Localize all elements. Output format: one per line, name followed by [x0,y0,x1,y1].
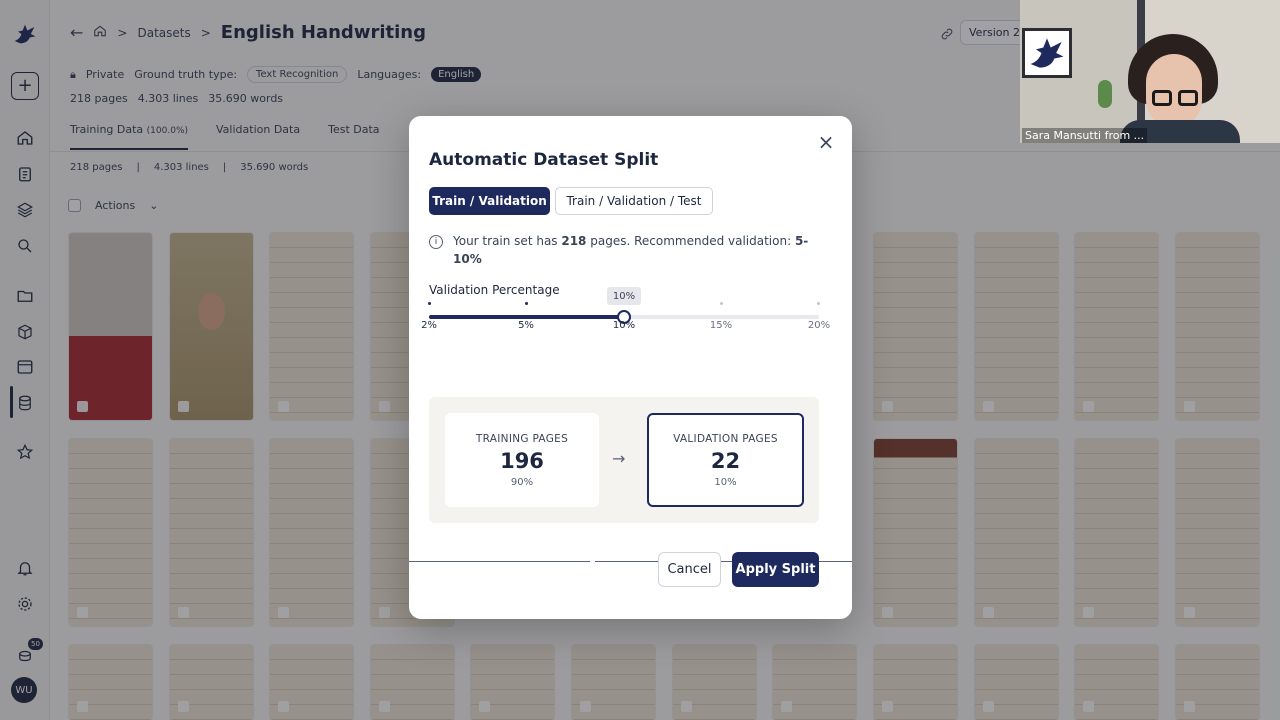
apply-split-button[interactable]: Apply Split [732,552,819,587]
mode-train-validation-test[interactable]: Train / Validation / Test [555,187,713,215]
cancel-button[interactable]: Cancel [658,552,721,587]
slider-fill [429,315,624,319]
slider-label: Validation Percentage [429,283,560,297]
slider-dot [817,302,820,305]
training-label: TRAINING PAGES [475,432,569,445]
glasses-left [1152,90,1172,106]
dialog-title: Automatic Dataset Split [429,150,659,170]
tick-label: 15% [709,320,733,331]
slider-tooltip: 10% [607,287,641,305]
info-text-part: Your train set has [453,234,562,248]
slider-dot [720,302,723,305]
close-icon[interactable]: × [814,130,838,154]
info-text-part: pages. Recommended validation: [586,234,795,248]
tick-label: 2% [421,320,437,331]
validation-label: VALIDATION PAGES [673,432,778,445]
arrow-right-icon: → [612,449,626,468]
mode-train-validation[interactable]: Train / Validation [429,187,550,215]
training-percent: 90% [510,476,534,488]
divider [409,561,590,562]
slider-dot [525,302,528,305]
slider-dot [428,302,431,305]
info-message: i Your train set has 218 pages. Recommen… [429,232,809,268]
video-call-tile: Sara Mansutti from ... [1020,0,1280,143]
info-text: Your train set has 218 pages. Recommende… [453,232,809,268]
wall-frame [1022,28,1072,78]
tick-label: 20% [807,320,831,331]
info-icon: i [429,235,443,249]
split-summary: TRAINING PAGES 196 90% → VALIDATION PAGE… [429,397,819,523]
info-pages: 218 [561,234,587,248]
validation-percent: 10% [714,476,737,488]
tick-label: 10% [612,320,636,331]
dataset-split-dialog: Automatic Dataset Split × Train / Valida… [409,116,852,619]
training-pages-card: TRAINING PAGES 196 90% [445,413,599,507]
glasses-right [1178,90,1198,106]
plant [1098,80,1112,108]
participant-name: Sara Mansutti from ... [1022,128,1148,143]
validation-count: 22 [710,448,741,473]
validation-pages-card: VALIDATION PAGES 22 10% [647,413,804,507]
training-count: 196 [500,448,544,473]
tick-label: 5% [518,320,534,331]
